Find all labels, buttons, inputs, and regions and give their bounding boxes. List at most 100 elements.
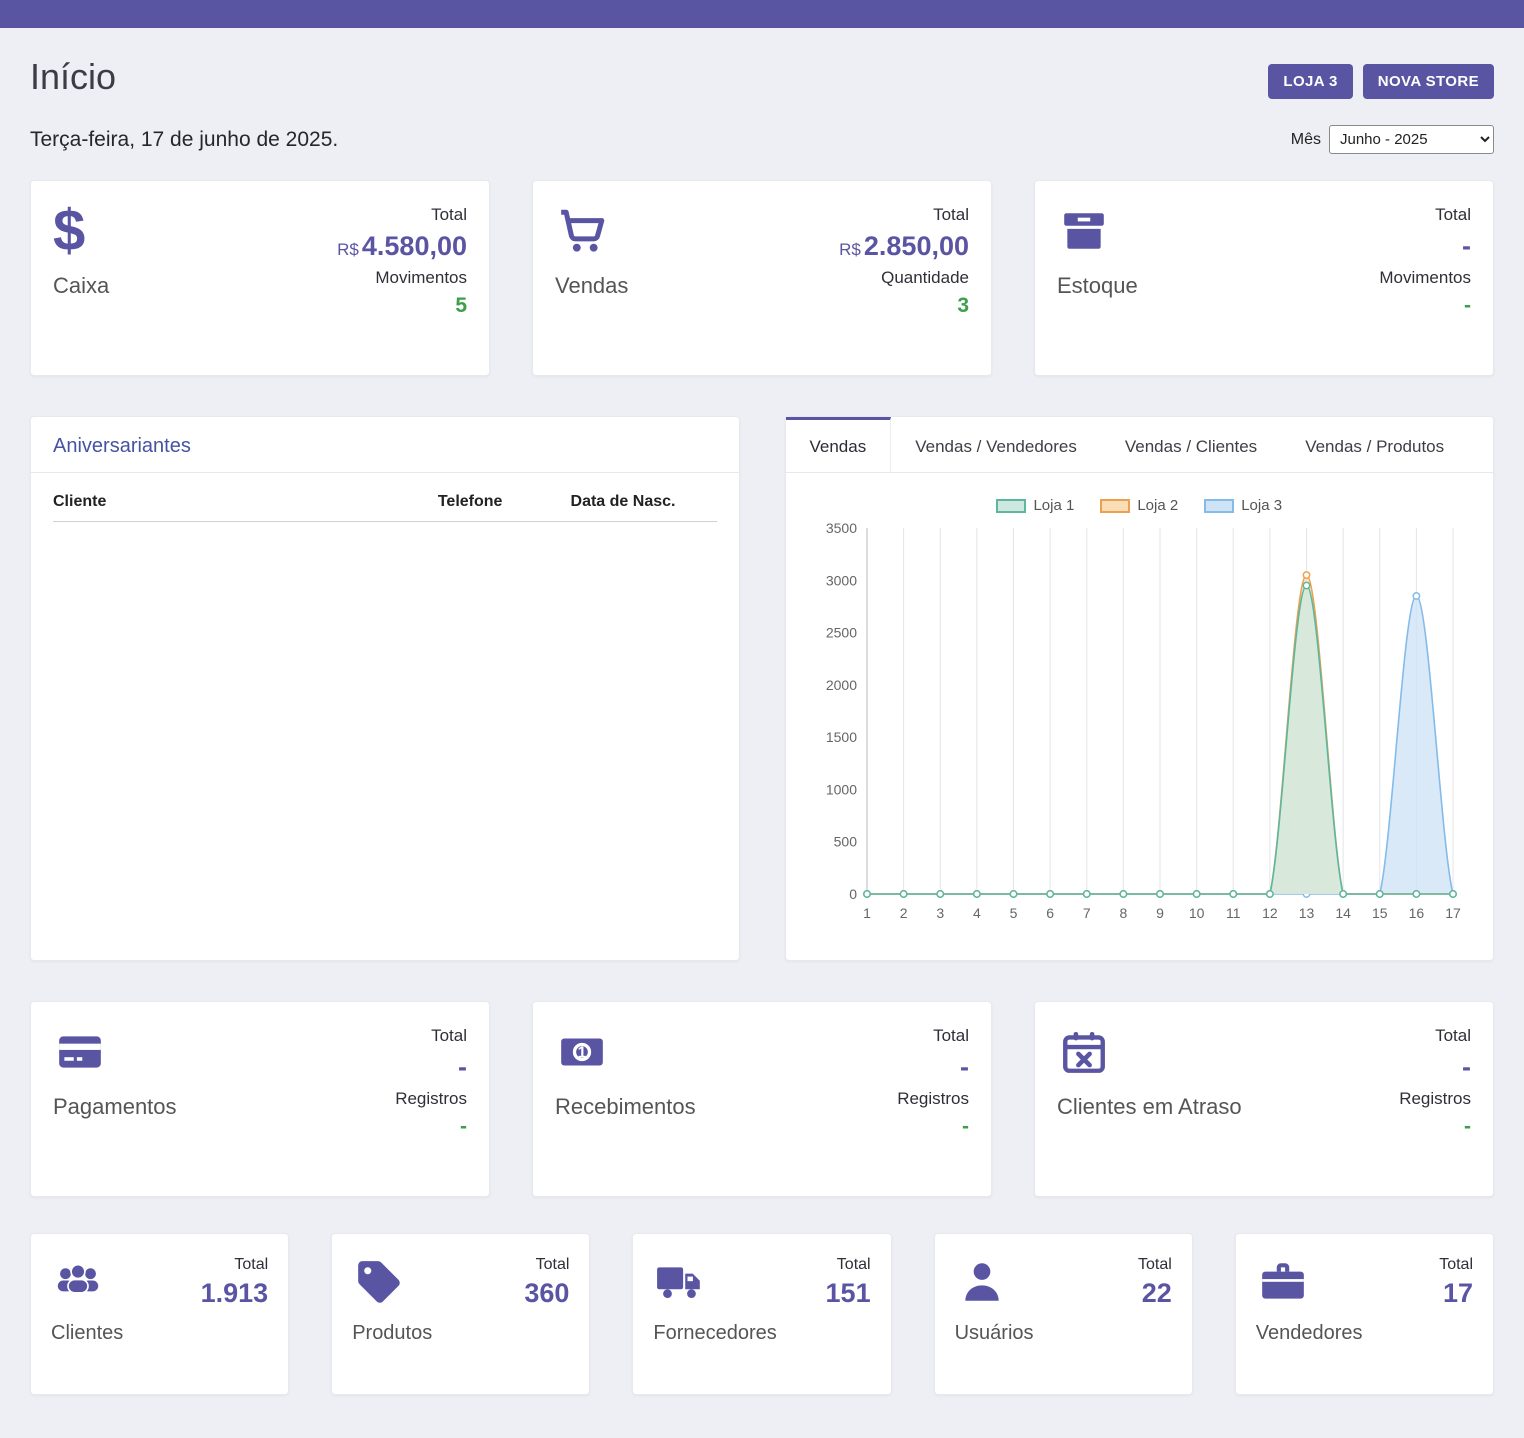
summary-cards-row: $ Caixa Total R$4.580,00 Movimentos 5 Ve… <box>30 180 1494 376</box>
total-value: 22 <box>1138 1278 1172 1309</box>
card-title: Fornecedores <box>653 1322 776 1345</box>
box-icon <box>1057 205 1115 257</box>
card-clientes: Clientes Total 1.913 <box>30 1233 289 1395</box>
svg-text:7: 7 <box>1083 905 1091 921</box>
birthdays-table: Cliente Telefone Data de Nasc. <box>53 479 717 522</box>
total-value: R$4.580,00 <box>337 231 467 262</box>
total-value: - <box>395 1052 467 1083</box>
svg-text:16: 16 <box>1409 905 1425 921</box>
svg-text:3: 3 <box>937 905 945 921</box>
bottom-cards-row: Clientes Total 1.913 Produtos Total 360 <box>30 1233 1494 1395</box>
svg-text:1: 1 <box>578 1044 587 1061</box>
sub-value: - <box>395 1115 467 1139</box>
cart-icon <box>555 205 613 257</box>
page-title: Início <box>30 56 116 98</box>
total-label: Total <box>1439 1256 1473 1274</box>
total-value: - <box>897 1052 969 1083</box>
total-value: R$2.850,00 <box>839 231 969 262</box>
sub-value: 5 <box>337 294 467 318</box>
card-pagamentos: Pagamentos Total - Registros - <box>30 1001 490 1197</box>
new-store-button[interactable]: NOVA STORE <box>1363 64 1494 99</box>
chart-legend: Loja 1 Loja 2 Loja 3 <box>804 497 1476 514</box>
column-header-cliente: Cliente <box>53 479 438 522</box>
svg-text:9: 9 <box>1156 905 1164 921</box>
sales-panel: Vendas Vendas / Vendedores Vendas / Clie… <box>785 416 1495 961</box>
month-select[interactable]: Junho - 2025 <box>1329 125 1494 154</box>
column-header-telefone: Telefone <box>438 479 571 522</box>
column-header-nascimento: Data de Nasc. <box>571 479 717 522</box>
tab-vendas-vendedores[interactable]: Vendas / Vendedores <box>891 417 1101 472</box>
sub-label: Movimentos <box>337 268 467 288</box>
card-title: Usuários <box>955 1322 1034 1345</box>
card-title: Vendas <box>555 273 628 299</box>
card-title: Caixa <box>53 273 111 299</box>
card-clientes-em-atraso: Clientes em Atraso Total - Registros - <box>1034 1001 1494 1197</box>
svg-text:3000: 3000 <box>826 572 857 588</box>
total-label: Total <box>201 1256 269 1274</box>
legend-swatch-loja1 <box>996 499 1026 513</box>
total-value: 360 <box>524 1278 569 1309</box>
dollar-icon: $ <box>53 205 111 257</box>
svg-text:2: 2 <box>900 905 908 921</box>
store-button[interactable]: LOJA 3 <box>1268 64 1352 99</box>
current-date: Terça-feira, 17 de junho de 2025. <box>30 128 338 152</box>
sub-label: Registros <box>1399 1089 1471 1109</box>
total-label: Total <box>1399 1026 1471 1046</box>
total-label: Total <box>897 1026 969 1046</box>
total-value: 1.913 <box>201 1278 269 1309</box>
svg-text:12: 12 <box>1262 905 1278 921</box>
card-usuarios: Usuários Total 22 <box>934 1233 1193 1395</box>
sub-value: - <box>1379 294 1471 318</box>
svg-text:14: 14 <box>1336 905 1352 921</box>
briefcase-icon <box>1256 1256 1314 1308</box>
tab-vendas-produtos[interactable]: Vendas / Produtos <box>1281 417 1468 472</box>
card-title: Vendedores <box>1256 1322 1363 1345</box>
card-title: Clientes em Atraso <box>1057 1094 1242 1120</box>
legend-item-loja2: Loja 2 <box>1100 497 1178 514</box>
sub-label: Quantidade <box>839 268 969 288</box>
top-accent-bar <box>0 0 1524 28</box>
total-label: Total <box>826 1256 871 1274</box>
truck-icon <box>653 1256 711 1308</box>
tag-icon <box>352 1256 410 1308</box>
card-produtos: Produtos Total 360 <box>331 1233 590 1395</box>
sub-value: - <box>897 1115 969 1139</box>
dashboard-page: Início LOJA 3 NOVA STORE Terça-feira, 17… <box>0 28 1524 1435</box>
sub-label: Registros <box>897 1089 969 1109</box>
svg-text:11: 11 <box>1226 905 1241 921</box>
svg-text:500: 500 <box>834 834 858 850</box>
svg-text:8: 8 <box>1120 905 1128 921</box>
sales-tabs: Vendas Vendas / Vendedores Vendas / Clie… <box>786 417 1494 473</box>
tab-vendas-clientes[interactable]: Vendas / Clientes <box>1101 417 1281 472</box>
svg-text:6: 6 <box>1046 905 1054 921</box>
total-label: Total <box>395 1026 467 1046</box>
card-title: Clientes <box>51 1322 123 1345</box>
card-vendas: Vendas Total R$2.850,00 Quantidade 3 <box>532 180 992 376</box>
card-title: Recebimentos <box>555 1094 696 1120</box>
svg-text:17: 17 <box>1445 905 1461 921</box>
total-label: Total <box>1138 1256 1172 1274</box>
card-estoque: Estoque Total - Movimentos - <box>1034 180 1494 376</box>
svg-text:4: 4 <box>973 905 981 921</box>
banknote-icon: 1 <box>555 1026 613 1078</box>
total-label: Total <box>337 205 467 225</box>
card-title: Estoque <box>1057 273 1138 299</box>
header-buttons: LOJA 3 NOVA STORE <box>1268 64 1494 99</box>
legend-swatch-loja3 <box>1204 499 1234 513</box>
user-icon <box>955 1256 1013 1308</box>
svg-text:10: 10 <box>1189 905 1205 921</box>
sales-chart: 0500100015002000250030003500123456789101… <box>809 516 1469 936</box>
legend-item-loja3: Loja 3 <box>1204 497 1282 514</box>
total-label: Total <box>524 1256 569 1274</box>
card-fornecedores: Fornecedores Total 151 <box>632 1233 891 1395</box>
svg-text:1500: 1500 <box>826 729 857 745</box>
month-label: Mês <box>1291 131 1321 149</box>
total-value: 151 <box>826 1278 871 1309</box>
tab-vendas[interactable]: Vendas <box>786 417 892 472</box>
sub-label: Registros <box>395 1089 467 1109</box>
birthdays-title: Aniversariantes <box>31 417 739 473</box>
card-title: Produtos <box>352 1322 432 1345</box>
middle-row: Aniversariantes Cliente Telefone Data de… <box>30 416 1494 961</box>
card-title: Pagamentos <box>53 1094 177 1120</box>
svg-text:1: 1 <box>863 905 871 921</box>
